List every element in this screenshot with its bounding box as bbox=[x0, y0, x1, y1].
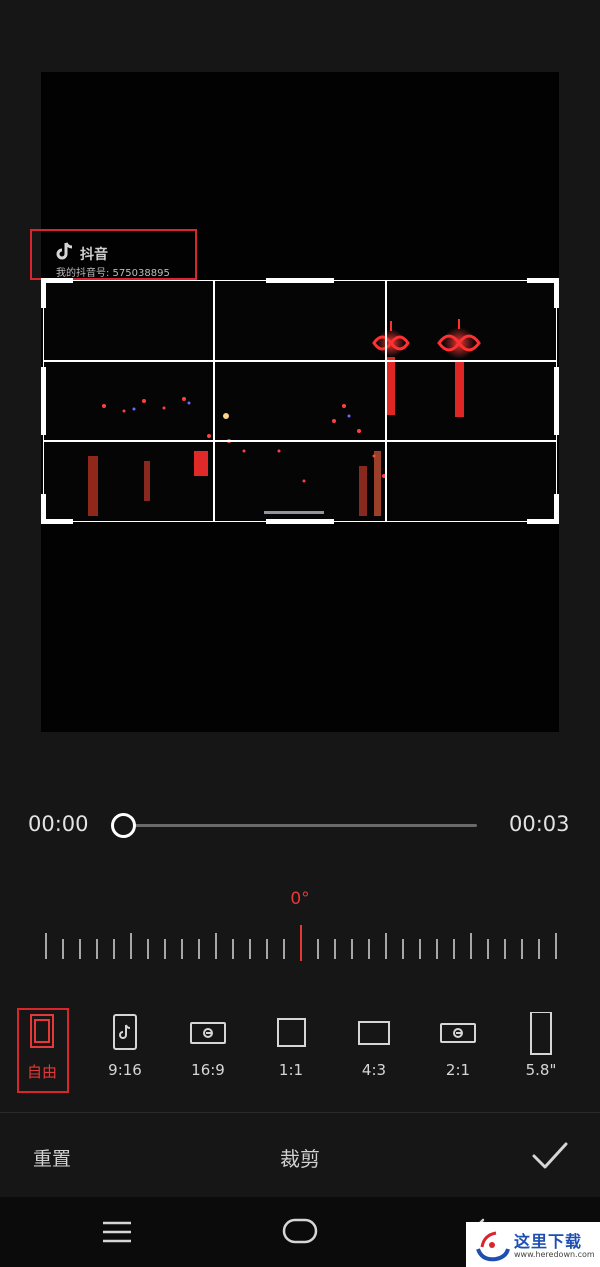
crop-handle-left-edge[interactable] bbox=[41, 367, 46, 435]
ratio-option-4[interactable]: 4:3 bbox=[339, 1008, 409, 1092]
rotation-angle-label: 0° bbox=[290, 889, 310, 909]
rotation-ruler[interactable] bbox=[0, 925, 600, 961]
square-icon bbox=[277, 1018, 306, 1047]
ratio-option-5[interactable]: 2:1 bbox=[423, 1008, 493, 1092]
crop-frame[interactable] bbox=[43, 280, 557, 522]
crop-handle-top-left-v[interactable] bbox=[41, 278, 46, 308]
free-crop-icon bbox=[30, 1014, 54, 1048]
crop-editor-screen: 抖音 我的抖音号: 575038895 00:00 00:03 0° 自由 9:1… bbox=[0, 0, 600, 1267]
grid-line-horizontal-1 bbox=[43, 360, 557, 362]
grid-line-vertical-2 bbox=[385, 280, 387, 522]
ratio-label: 9:16 bbox=[108, 1061, 142, 1079]
grid-line-vertical-1 bbox=[213, 280, 215, 522]
ratio-label: 4:3 bbox=[361, 1061, 387, 1079]
site-logo-text: 这里下载 bbox=[514, 1232, 583, 1251]
ratio-option-3[interactable]: 1:1 bbox=[256, 1008, 326, 1092]
crop-handle-bottom-edge[interactable] bbox=[266, 519, 334, 524]
crop-handle-bottom-left-v[interactable] bbox=[41, 494, 46, 524]
end-time: 00:03 bbox=[509, 812, 570, 836]
ratio-option-2[interactable]: 16:9 bbox=[173, 1008, 243, 1092]
watermark-highlight-box bbox=[30, 229, 197, 280]
site-swoosh-icon bbox=[476, 1231, 510, 1262]
ratio-option-0[interactable]: 自由 bbox=[7, 1008, 77, 1092]
timeline-track[interactable] bbox=[123, 824, 477, 827]
crop-handle-right-edge[interactable] bbox=[554, 367, 559, 435]
timeline-thumb[interactable] bbox=[111, 813, 136, 838]
four-three-icon bbox=[358, 1021, 390, 1045]
crop-handle-top-edge[interactable] bbox=[266, 278, 334, 283]
phone-portrait-icon bbox=[530, 1012, 552, 1055]
ratio-option-6[interactable]: 5.8" bbox=[506, 1008, 576, 1092]
crop-title: 裁剪 bbox=[280, 1147, 320, 1171]
site-logo-url: www.heredown.com bbox=[514, 1250, 595, 1259]
widescreen-icon bbox=[190, 1022, 226, 1044]
site-watermark-logo: 这里下载 www.heredown.com bbox=[466, 1222, 600, 1267]
menu-icon[interactable] bbox=[102, 1220, 132, 1244]
ratio-label: 自由 bbox=[26, 1063, 57, 1081]
home-icon[interactable] bbox=[282, 1217, 318, 1245]
ratio-label: 2:1 bbox=[445, 1061, 471, 1079]
ratio-label: 16:9 bbox=[191, 1061, 225, 1079]
reset-button[interactable]: 重置 bbox=[33, 1144, 71, 1171]
two-one-icon bbox=[440, 1023, 476, 1043]
tiktok-portrait-icon bbox=[113, 1014, 137, 1050]
divider bbox=[0, 1112, 600, 1113]
confirm-check-icon[interactable] bbox=[530, 1138, 570, 1174]
ratio-label: 1:1 bbox=[278, 1061, 304, 1079]
crop-handle-top-right-v[interactable] bbox=[554, 278, 559, 308]
crop-handle-bottom-right-v[interactable] bbox=[554, 494, 559, 524]
grid-line-horizontal-2 bbox=[43, 440, 557, 442]
ratio-option-1[interactable]: 9:16 bbox=[90, 1008, 160, 1092]
start-time: 00:00 bbox=[28, 812, 89, 836]
ratio-label: 5.8" bbox=[525, 1061, 557, 1079]
